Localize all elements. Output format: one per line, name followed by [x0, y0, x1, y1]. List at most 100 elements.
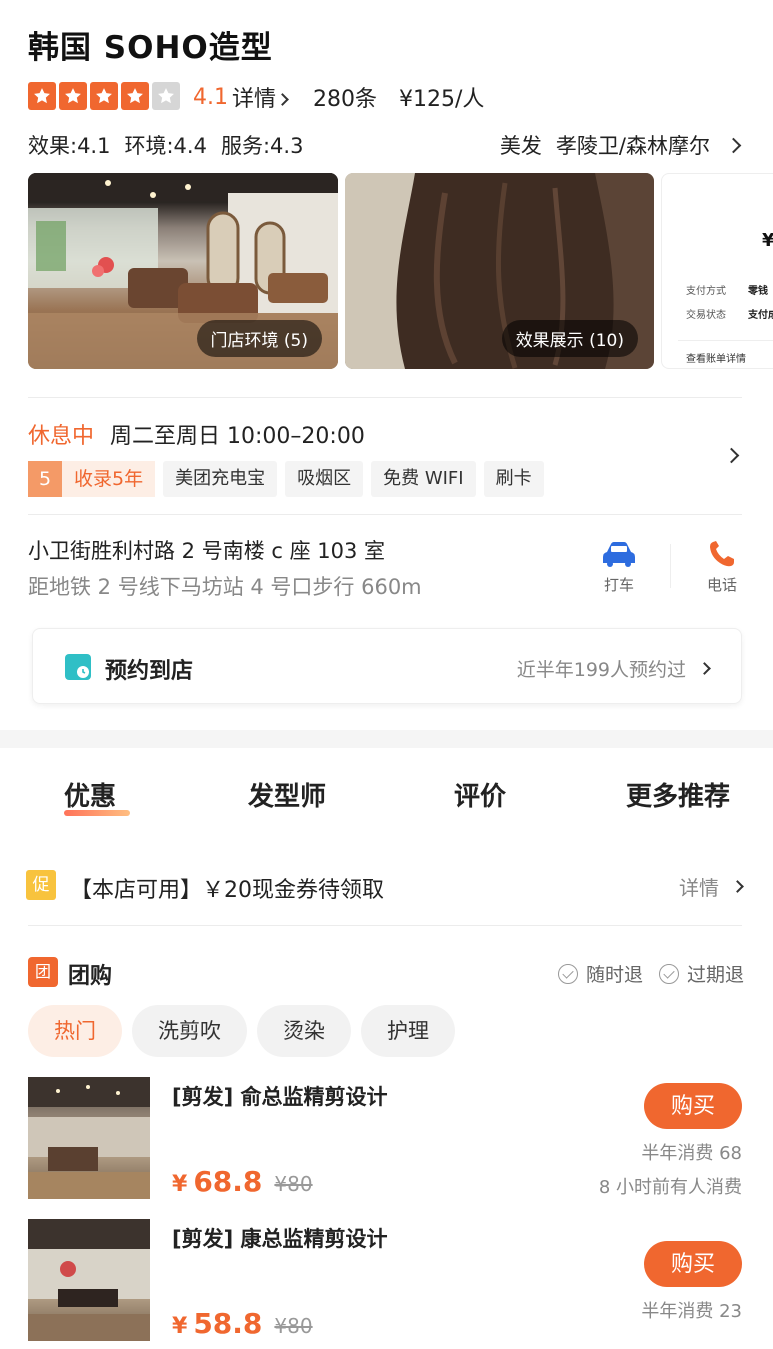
refund-guarantees: 随时退 过期退: [557, 960, 744, 987]
deal-sold-count: 半年消费 23: [641, 1301, 742, 1322]
tab-more-recommend[interactable]: 更多推荐: [626, 776, 730, 813]
tab-reviews[interactable]: 评价: [454, 776, 506, 813]
rating-detail-link[interactable]: 详情: [232, 81, 289, 113]
chevron-right-icon: [276, 93, 289, 106]
chevron-right-icon: [725, 137, 742, 153]
receipt-label: 支付方式: [686, 286, 726, 297]
tab-stylists[interactable]: 发型师: [248, 776, 326, 813]
receipt-divider: [678, 340, 773, 341]
deal-item[interactable]: [剪发] 俞总监精剪设计 ¥ 68.8 ¥80 购买 半年消费 68 8 小时前…: [28, 1077, 744, 1201]
tab-active-indicator: [64, 810, 130, 816]
receipt-pay-method: 支付方式 零钱: [686, 282, 768, 297]
effect-show-caption: 效果展示 (10): [501, 320, 638, 357]
price-original: ¥80: [274, 1172, 313, 1196]
receipt-value: 支付成: [748, 310, 773, 321]
price-per-person: ¥125/人: [399, 87, 485, 112]
divider: [28, 925, 742, 926]
price-currency: ¥: [172, 1314, 188, 1339]
star-icon: [90, 82, 118, 110]
filter-perm-dye[interactable]: 烫染: [257, 1005, 351, 1057]
address-line[interactable]: 小卫街胜利村路 2 号南楼 c 座 103 室: [28, 535, 385, 565]
phone-icon: [710, 541, 734, 567]
tag-card-payment: 刷卡: [483, 461, 544, 497]
taxi-label: 打车: [603, 576, 634, 594]
deal-thumbnail: [28, 1077, 150, 1199]
business-hours[interactable]: 休息中 周二至周日 10:00–20:00: [28, 418, 365, 450]
filter-care[interactable]: 护理: [361, 1005, 455, 1057]
tag-smoking-area: 吸烟区: [285, 461, 364, 497]
deal-recent-activity: 8 小时前有人消费: [598, 1177, 742, 1198]
star-icon: [28, 82, 56, 110]
guarantee-label: 过期退: [686, 964, 744, 986]
deal-title: [剪发] 俞总监精剪设计: [172, 1085, 388, 1109]
section-tabs: 优惠 发型师 评价 更多推荐: [0, 776, 773, 826]
guarantee-label: 随时退: [585, 964, 643, 986]
buy-button[interactable]: 购买: [644, 1083, 742, 1129]
guarantee-anytime-refund: 随时退: [557, 960, 643, 987]
subway-distance: 距地铁 2 号线下马坊站 4 号口步行 660m: [28, 575, 422, 599]
chevron-right-icon[interactable]: [723, 447, 740, 464]
filter-wash-cut-blow[interactable]: 洗剪吹: [132, 1005, 247, 1057]
deal-filters: 热门 洗剪吹 烫染 护理: [28, 1005, 455, 1057]
score-environment: 环境:4.4: [124, 134, 207, 158]
feature-tags: 5 收录5年 美团充电宝 吸烟区 免费 WIFI 刷卡: [28, 461, 544, 497]
receipt-trade-status: 交易状态 支付成: [686, 306, 773, 321]
years-listed-badge: 5 收录5年: [28, 461, 156, 497]
phone-label: 电话: [706, 576, 737, 594]
promo-detail-link[interactable]: 详情: [679, 872, 744, 901]
location: 孝陵卫/森林摩尔: [555, 134, 710, 158]
chevron-right-icon: [698, 662, 711, 675]
salon-thumbnail-image: [28, 1219, 150, 1341]
open-status: 休息中: [28, 424, 95, 449]
rating-stars: [28, 82, 180, 110]
shop-name: 韩国 SOHO造型: [28, 30, 273, 66]
receipt-amount: ¥: [762, 230, 773, 251]
section-separator: [0, 730, 773, 748]
reserve-card[interactable]: 预约到店 近半年199人预约过: [32, 628, 742, 704]
price-current: 68.8: [193, 1165, 263, 1198]
receipt-photo[interactable]: ¥ 支付方式 零钱 交易状态 支付成 查看账单详情: [661, 173, 773, 369]
deal-thumbnail: [28, 1219, 150, 1341]
category: 美发: [499, 134, 542, 158]
sub-scores: 效果:4.1 环境:4.4 服务:4.3: [28, 130, 303, 160]
tag-free-wifi: 免费 WIFI: [371, 461, 476, 497]
phone-button[interactable]: 电话: [692, 540, 752, 595]
price-current: 58.8: [193, 1307, 263, 1340]
promo-badge: 促: [26, 870, 56, 900]
reserve-label: 预约到店: [105, 659, 194, 684]
effect-show-photo[interactable]: 效果展示 (10): [345, 173, 654, 369]
check-circle-icon: [557, 963, 578, 984]
deal-price: ¥ 58.8 ¥80: [172, 1307, 313, 1340]
divider: [670, 544, 671, 588]
rating-line: 4.1 详情 280条 ¥125/人: [193, 81, 485, 113]
schedule: 周二至周日 10:00–20:00: [110, 424, 365, 449]
group-buy-header: 团 团购 随时退 过期退: [28, 957, 744, 989]
group-buy-badge: 团: [28, 957, 58, 987]
deal-title: [剪发] 康总监精剪设计: [172, 1227, 388, 1251]
deal-sold-count: 半年消费 68: [641, 1143, 742, 1164]
divider: [28, 397, 742, 398]
receipt-label: 交易状态: [686, 310, 726, 321]
price-currency: ¥: [172, 1172, 188, 1197]
salon-thumbnail-image: [28, 1077, 150, 1199]
category-location-link[interactable]: 美发 孝陵卫/森林摩尔: [499, 130, 742, 160]
guarantee-expiry-refund: 过期退: [658, 960, 744, 987]
receipt-bill-detail: 查看账单详情: [686, 354, 746, 365]
deal-price: ¥ 68.8 ¥80: [172, 1165, 313, 1198]
reserve-count: 近半年199人预约过: [516, 659, 686, 681]
taxi-button[interactable]: 打车: [589, 540, 649, 595]
store-env-caption: 门店环境 (5): [196, 320, 322, 357]
deal-item[interactable]: [剪发] 康总监精剪设计 ¥ 58.8 ¥80 购买 半年消费 23: [28, 1219, 744, 1343]
reserve-info: 近半年199人预约过: [516, 655, 711, 682]
promo-text: 【本店可用】￥20现金券待领取: [70, 878, 384, 903]
review-count: 280条: [313, 87, 378, 112]
tab-discounts[interactable]: 优惠: [64, 776, 116, 813]
coupon-promo[interactable]: 促 【本店可用】￥20现金券待领取 详情: [26, 868, 744, 904]
check-circle-icon: [658, 963, 679, 984]
filter-popular[interactable]: 热门: [28, 1005, 122, 1057]
receipt-value: 零钱: [748, 286, 768, 297]
buy-button[interactable]: 购买: [644, 1241, 742, 1287]
rating-score: 4.1: [193, 84, 228, 110]
store-environment-photo[interactable]: 门店环境 (5): [28, 173, 338, 369]
star-icon: [121, 82, 149, 110]
